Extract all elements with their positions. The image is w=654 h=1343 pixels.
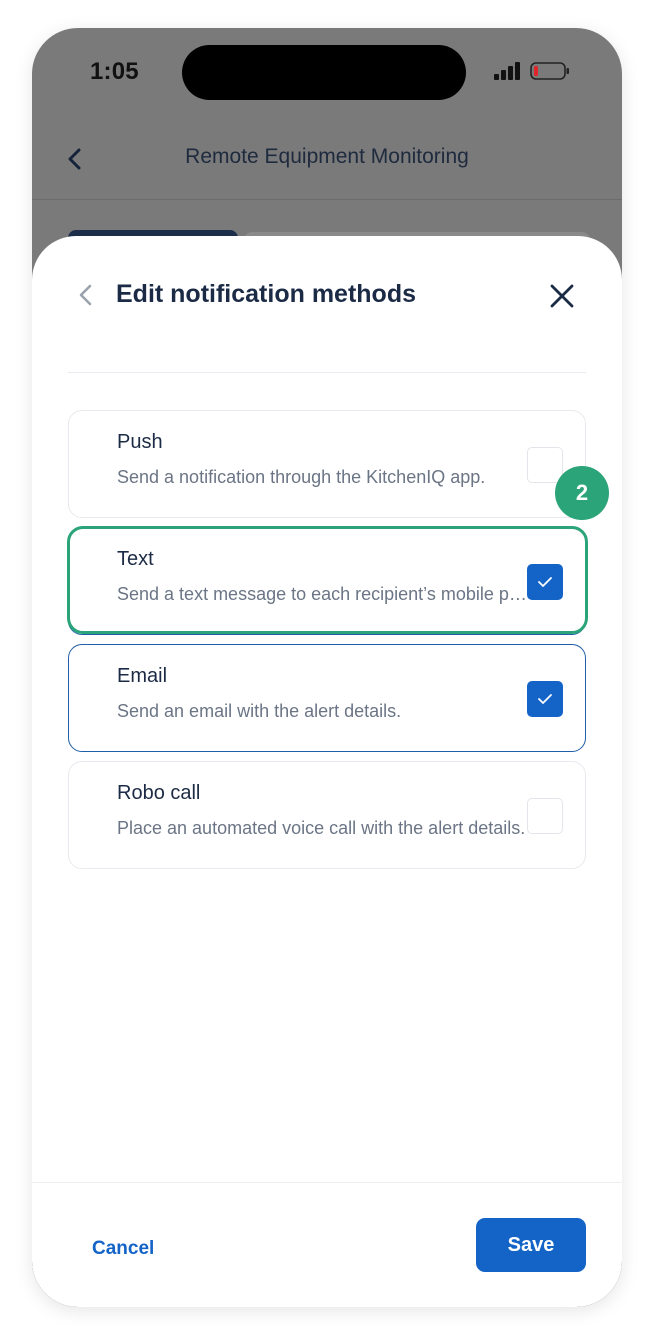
option-robo-call[interactable]: Robo call Place an automated voice call …	[68, 761, 586, 869]
checkmark-icon	[538, 577, 552, 587]
divider	[68, 372, 586, 373]
cellular-signal-icon	[494, 62, 520, 80]
option-push[interactable]: Push Send a notification through the Kit…	[68, 410, 586, 518]
cancel-button[interactable]: Cancel	[92, 1238, 154, 1260]
text-checkbox[interactable]	[527, 564, 563, 600]
robo-call-checkbox[interactable]	[527, 798, 563, 834]
option-title: Text	[117, 548, 154, 570]
battery-low-icon	[530, 62, 569, 80]
phone-frame: 1:05 Remote Equipment Monitoring Edit no…	[32, 28, 622, 1307]
close-icon[interactable]	[549, 283, 575, 309]
footer-divider	[32, 1182, 622, 1183]
notification-methods-sheet: Edit notification methods Push Send a no…	[32, 236, 622, 1307]
background-screen-title: Remote Equipment Monitoring	[185, 145, 469, 168]
save-button[interactable]: Save	[476, 1218, 586, 1272]
chevron-left-icon[interactable]	[78, 284, 94, 306]
option-description: Send a notification through the KitchenI…	[117, 467, 486, 487]
email-checkbox[interactable]	[527, 681, 563, 717]
option-text[interactable]: Text Send a text message to each recipie…	[68, 527, 586, 635]
sheet-title: Edit notification methods	[116, 280, 416, 308]
status-time: 1:05	[90, 58, 139, 85]
option-email[interactable]: Email Send an email with the alert detai…	[68, 644, 586, 752]
checkmark-icon	[538, 694, 552, 704]
option-title: Email	[117, 665, 168, 687]
option-title: Push	[117, 431, 163, 453]
option-description: Send a text message to each recipient’s …	[117, 584, 527, 604]
background-header: Remote Equipment Monitoring	[32, 126, 622, 200]
step-badge: 2	[555, 466, 609, 520]
option-description: Send an email with the alert details.	[117, 701, 402, 721]
dynamic-island	[182, 45, 466, 100]
push-checkbox[interactable]	[527, 447, 563, 483]
option-description: Place an automated voice call with the a…	[117, 818, 526, 838]
option-title: Robo call	[117, 782, 201, 804]
